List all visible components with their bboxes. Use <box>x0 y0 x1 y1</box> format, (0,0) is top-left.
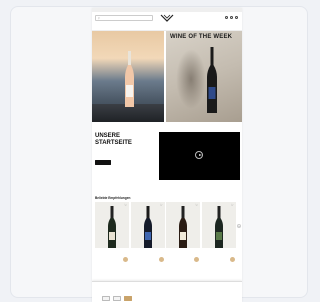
product-image[interactable]: ♡ <box>166 202 200 248</box>
product-image[interactable]: ♡ <box>201 202 236 248</box>
web-page: ⚲ WINE OF THE WEEK UNSERE STARTSEITE Bel… <box>92 8 242 302</box>
heart-icon[interactable]: ♡ <box>231 204 234 207</box>
product-image[interactable]: ♡ <box>130 202 165 248</box>
product-image[interactable]: ♡ <box>95 202 129 248</box>
bottle-image <box>143 206 152 248</box>
heart-icon[interactable]: ♡ <box>195 204 198 207</box>
chevron-right-icon[interactable]: › <box>237 224 241 228</box>
product-card[interactable]: ♡ <box>166 202 200 262</box>
red-wine-bottle-image <box>207 47 217 113</box>
product-carousel: ♡ ♡ ♡ ♡ › <box>92 202 242 262</box>
hero-banner-left[interactable] <box>92 31 164 122</box>
add-to-cart-icon[interactable] <box>229 257 235 262</box>
account-icon[interactable] <box>225 16 228 19</box>
site-header: ⚲ <box>92 12 242 26</box>
play-icon[interactable] <box>195 151 203 159</box>
cookie-banner <box>92 281 242 302</box>
product-card[interactable]: ♡ <box>201 202 236 262</box>
bottle-image <box>214 206 223 248</box>
hero-banner-right[interactable]: WINE OF THE WEEK <box>166 31 242 122</box>
product-card[interactable]: ♡ <box>95 202 129 262</box>
bottle-image <box>108 206 116 248</box>
cookie-accept-button[interactable] <box>124 296 132 301</box>
search-box[interactable]: ⚲ <box>95 15 153 21</box>
shadow-decor <box>176 49 206 109</box>
cookie-reject-button[interactable] <box>113 296 121 301</box>
header-icons <box>225 16 238 19</box>
add-to-cart-icon[interactable] <box>123 257 128 262</box>
video-player[interactable] <box>159 132 240 180</box>
hero-right-title: WINE OF THE WEEK <box>170 34 233 40</box>
cart-icon[interactable] <box>235 16 238 19</box>
product-card[interactable]: ♡ <box>130 202 165 262</box>
add-to-cart-icon[interactable] <box>158 257 164 262</box>
hero-section: WINE OF THE WEEK <box>92 31 242 122</box>
story-button[interactable] <box>95 160 111 165</box>
cookie-settings-button[interactable] <box>102 296 110 301</box>
rose-bottle-image <box>125 51 134 107</box>
story-title-line: STARTSEITE <box>95 139 132 146</box>
bottle-image <box>179 206 187 248</box>
heart-icon[interactable]: ♡ <box>124 204 127 207</box>
brand-logo[interactable] <box>160 13 174 25</box>
story-title: UNSERE STARTSEITE <box>95 133 155 146</box>
search-input[interactable] <box>100 16 149 20</box>
add-to-cart-icon[interactable] <box>194 257 199 262</box>
heart-icon[interactable]: ♡ <box>160 204 163 207</box>
wishlist-icon[interactable] <box>230 16 233 19</box>
story-section: UNSERE STARTSEITE <box>92 122 242 194</box>
products-title: Beliebte Empfehlungen <box>95 196 131 200</box>
cookie-buttons <box>102 296 132 301</box>
search-icon: ⚲ <box>98 16 100 20</box>
